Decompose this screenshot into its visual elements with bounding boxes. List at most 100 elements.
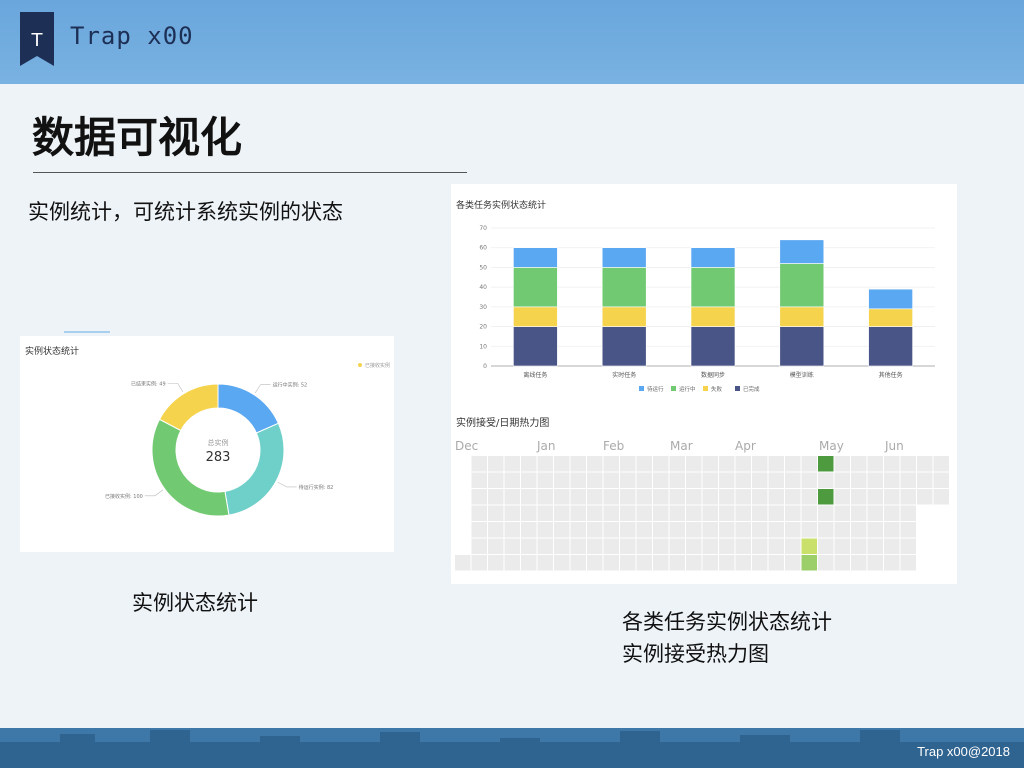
heatmap-cell[interactable] <box>884 555 900 571</box>
heatmap-cell[interactable] <box>471 538 488 555</box>
heatmap-cell[interactable] <box>900 489 917 505</box>
heatmap-cell[interactable] <box>603 489 620 505</box>
bar-segment[interactable] <box>690 306 736 327</box>
heatmap-cell[interactable] <box>554 456 570 472</box>
heatmap-cell[interactable] <box>471 555 488 571</box>
bar-segment[interactable] <box>868 326 913 367</box>
heatmap-cell[interactable] <box>933 489 950 505</box>
bar-segment[interactable] <box>601 267 647 308</box>
bar-segment[interactable] <box>690 267 736 308</box>
heatmap-cell[interactable] <box>686 456 702 472</box>
heatmap-cell[interactable] <box>686 538 702 555</box>
heatmap-cell[interactable] <box>686 472 702 489</box>
heatmap-cell[interactable] <box>768 456 785 472</box>
heatmap-cell[interactable] <box>768 489 785 505</box>
heatmap-cell[interactable] <box>554 538 570 555</box>
bar-segment[interactable] <box>513 306 558 327</box>
heatmap-cell[interactable] <box>653 456 669 472</box>
heatmap-cell[interactable] <box>504 456 521 472</box>
heatmap-cell[interactable] <box>752 522 768 538</box>
heatmap-cell[interactable] <box>867 538 884 555</box>
heatmap-cell[interactable] <box>702 538 719 555</box>
heatmap-cell[interactable] <box>570 522 587 538</box>
heatmap-cell[interactable] <box>900 505 917 522</box>
heatmap-cell[interactable] <box>900 456 917 472</box>
heatmap-cell[interactable] <box>636 505 653 522</box>
heatmap-cell[interactable] <box>504 555 521 571</box>
heatmap-cell[interactable] <box>719 538 735 555</box>
heatmap-cell[interactable] <box>785 472 801 489</box>
heatmap-cell[interactable] <box>636 522 653 538</box>
heatmap-cell[interactable] <box>785 489 801 505</box>
heatmap-cell[interactable] <box>636 489 653 505</box>
heatmap-cell[interactable] <box>504 538 521 555</box>
heatmap-cell[interactable] <box>702 489 719 505</box>
heatmap-cell[interactable] <box>537 538 554 555</box>
heatmap-cell[interactable] <box>570 505 587 522</box>
heatmap-cell[interactable] <box>917 472 933 489</box>
heatmap-cell[interactable] <box>603 505 620 522</box>
heatmap-cell[interactable] <box>504 505 521 522</box>
heatmap-cell[interactable] <box>768 505 785 522</box>
heatmap-cell[interactable] <box>801 505 818 522</box>
heatmap-cell[interactable] <box>587 555 603 571</box>
heatmap-cell[interactable] <box>471 456 488 472</box>
heatmap-cell[interactable] <box>537 522 554 538</box>
heatmap-cell[interactable] <box>653 555 669 571</box>
bar-segment[interactable] <box>779 326 825 367</box>
bar-segment[interactable] <box>601 306 647 327</box>
heatmap-cell[interactable] <box>570 555 587 571</box>
heatmap-cell[interactable] <box>653 489 669 505</box>
heatmap-cell[interactable] <box>702 505 719 522</box>
bar-segment[interactable] <box>513 247 558 268</box>
heatmap-cell[interactable] <box>570 489 587 505</box>
bar-segment[interactable] <box>868 288 913 310</box>
bar-segment[interactable] <box>513 326 558 367</box>
heatmap-cell[interactable] <box>735 489 752 505</box>
heatmap-cell[interactable] <box>521 522 537 538</box>
heatmap-cell[interactable] <box>884 538 900 555</box>
heatmap-cell[interactable] <box>554 472 570 489</box>
heatmap-cell[interactable] <box>669 555 686 571</box>
heatmap-cell[interactable] <box>768 522 785 538</box>
heatmap-cell[interactable] <box>669 522 686 538</box>
heatmap-cell[interactable] <box>488 472 504 489</box>
heatmap-cell[interactable] <box>834 489 851 505</box>
heatmap-cell[interactable] <box>801 555 818 571</box>
heatmap-cell[interactable] <box>752 456 768 472</box>
heatmap-cell[interactable] <box>488 505 504 522</box>
bar-segment[interactable] <box>868 308 913 327</box>
heatmap-cell[interactable] <box>537 489 554 505</box>
heatmap-cell[interactable] <box>504 522 521 538</box>
heatmap-cell[interactable] <box>636 538 653 555</box>
heatmap-cell[interactable] <box>719 489 735 505</box>
heatmap-cell[interactable] <box>653 538 669 555</box>
heatmap-cell[interactable] <box>587 456 603 472</box>
heatmap-cell[interactable] <box>620 538 636 555</box>
heatmap-cell[interactable] <box>768 538 785 555</box>
heatmap-cell[interactable] <box>702 472 719 489</box>
heatmap-cell[interactable] <box>587 538 603 555</box>
heatmap-cell[interactable] <box>471 522 488 538</box>
heatmap-cell[interactable] <box>900 472 917 489</box>
heatmap-cell[interactable] <box>587 505 603 522</box>
bar-segment[interactable] <box>601 247 647 268</box>
heatmap-cell[interactable] <box>735 555 752 571</box>
heatmap-cell[interactable] <box>801 538 818 555</box>
heatmap-cell[interactable] <box>719 456 735 472</box>
bar-segment[interactable] <box>690 247 736 268</box>
heatmap-cell[interactable] <box>933 456 950 472</box>
heatmap-cell[interactable] <box>603 472 620 489</box>
heatmap-cell[interactable] <box>752 555 768 571</box>
heatmap-cell[interactable] <box>471 505 488 522</box>
heatmap-cell[interactable] <box>669 472 686 489</box>
heatmap-cell[interactable] <box>801 522 818 538</box>
heatmap-cell[interactable] <box>455 555 471 571</box>
heatmap-cell[interactable] <box>603 522 620 538</box>
heatmap-cell[interactable] <box>702 555 719 571</box>
heatmap-cell[interactable] <box>834 456 851 472</box>
bar-segment[interactable] <box>513 267 558 308</box>
heatmap-cell[interactable] <box>867 456 884 472</box>
heatmap-cell[interactable] <box>785 538 801 555</box>
heatmap-cell[interactable] <box>818 505 834 522</box>
